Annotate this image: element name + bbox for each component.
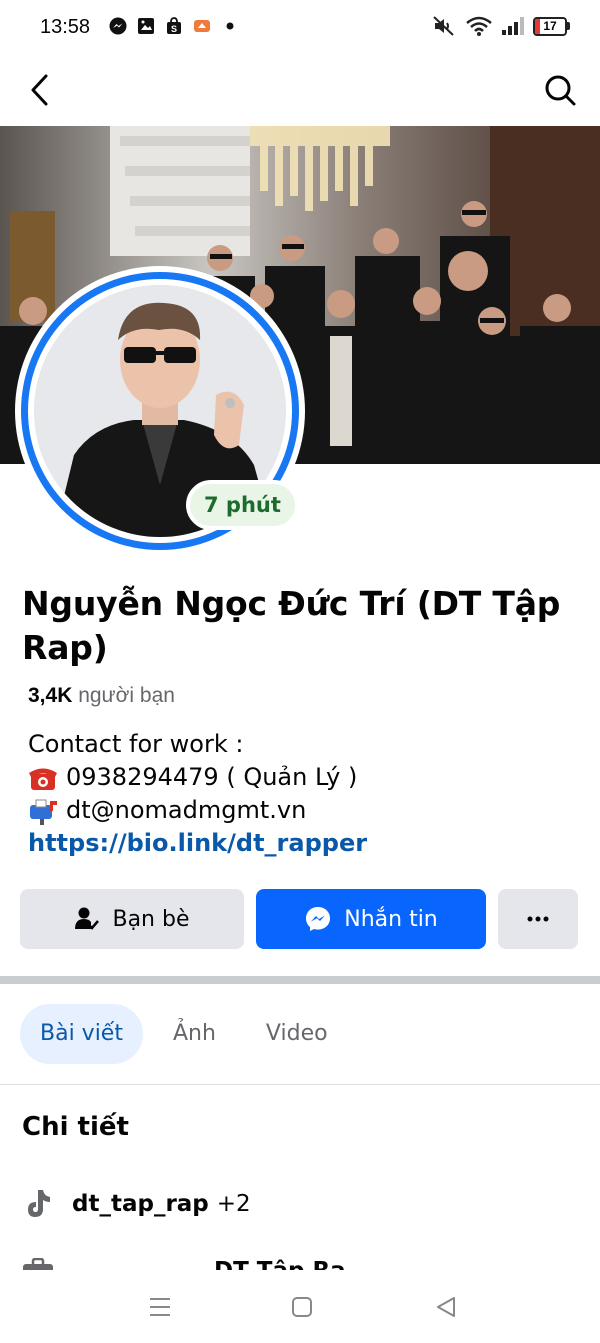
messenger-icon [306,907,331,931]
profile-tabs: Bài viết Ảnh Video [20,1004,348,1064]
message-button-label: Nhắn tin [344,906,438,932]
status-time: 13:58 [40,16,91,38]
top-navigation [0,56,600,124]
battery-indicator: 17 [533,16,570,36]
signal-icon [502,17,524,35]
profile-actions: Bạn bè Nhắn tin [20,889,580,949]
tiktok-extra-count: +2 [216,1191,251,1217]
tiktok-icon [28,1190,50,1217]
tab-photos[interactable]: Ảnh [153,1004,236,1064]
notification-icons: S [108,16,240,36]
menu-lines-icon [150,1298,170,1316]
back-arrow-icon [31,74,48,106]
friends-count-value: 3,4K [28,684,73,707]
bio-link-line: https://bio.link/dt_rapper [28,827,367,860]
profile-name: Nguyễn Ngọc Đức Trí (DT Tập Rap) [22,584,561,667]
bio-email-line: dt@nomadmgmt.vn [28,794,367,827]
search-button[interactable] [538,68,582,112]
friends-count[interactable]: 3,4K người bạn [28,682,175,710]
details-title: Chi tiết [22,1112,129,1142]
bio-phone-text: 0938294479 ( Quản Lý ) [66,763,358,791]
wifi-icon [466,16,492,36]
bio-contact-text: Contact for work : [28,730,244,758]
message-button[interactable]: Nhắn tin [256,889,486,949]
mute-icon [433,16,454,36]
recent-apps-button[interactable] [145,1294,175,1320]
search-icon [545,75,576,106]
mailbox-icon [30,799,57,825]
bio-email-text: dt@nomadmgmt.vn [66,796,307,824]
friend-check-icon [75,907,100,930]
tab-videos[interactable]: Video [246,1004,348,1064]
status-bar: 13:58 S 17 [0,0,600,54]
work-detail-row[interactable]: DT Tập Ra [22,1258,346,1270]
svg-text:S: S [171,24,177,34]
app-icon [194,20,210,32]
tiktok-detail-row[interactable]: dt_tap_rap +2 [22,1188,251,1220]
tiktok-handle: dt_tap_rap [72,1191,209,1217]
home-square-icon [292,1297,312,1317]
friends-button[interactable]: Bạn bè [20,889,244,949]
back-triangle-icon [437,1297,455,1317]
bio-contact-line: Contact for work : [28,728,367,761]
gallery-icon [138,18,154,34]
back-button[interactable] [18,68,62,112]
messenger-icon [109,17,127,35]
system-navigation-bar [0,1270,600,1343]
system-status-icons: 17 [431,15,570,37]
work-detail-text: DT Tập Ra [214,1258,346,1270]
back-nav-button[interactable] [431,1294,461,1320]
profile-bio: Contact for work : 0938294479 ( Quản Lý … [28,728,367,860]
more-button[interactable] [498,889,578,949]
shop-icon: S [167,17,181,34]
section-divider [0,976,600,984]
bio-phone-line: 0938294479 ( Quản Lý ) [28,761,367,794]
more-icon [527,916,549,922]
home-button[interactable] [287,1294,317,1320]
tabs-divider [0,1084,600,1085]
battery-level: 17 [543,18,557,33]
friends-button-label: Bạn bè [112,906,190,932]
bio-link[interactable]: https://bio.link/dt_rapper [28,827,367,860]
dot-icon [226,22,234,30]
briefcase-icon [23,1258,53,1270]
friends-count-label: người bạn [78,684,175,707]
telephone-icon [29,768,57,790]
active-status-badge: 7 phút [186,480,299,530]
tab-posts[interactable]: Bài viết [20,1004,143,1064]
